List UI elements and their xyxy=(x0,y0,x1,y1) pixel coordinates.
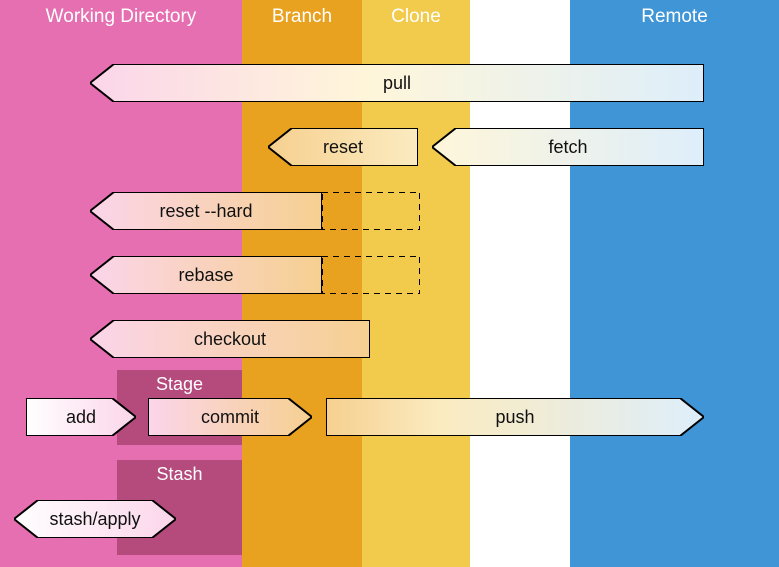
column-label-clone: Clone xyxy=(362,6,470,28)
subcolumn-label-stash: Stash xyxy=(117,464,242,485)
arrow-commit: commit xyxy=(148,398,312,436)
arrow-rebase: rebase xyxy=(90,256,322,294)
arrow-reset-hard-extension xyxy=(322,192,420,230)
column-label-remote: Remote xyxy=(570,6,779,28)
arrow-checkout: checkout xyxy=(90,320,370,358)
arrow-add: add xyxy=(26,398,136,436)
subcolumn-label-stage: Stage xyxy=(117,374,242,395)
column-label-branch: Branch xyxy=(242,6,362,28)
arrow-reset-hard: reset --hard xyxy=(90,192,322,230)
arrow-stash-apply: stash/apply xyxy=(14,500,176,538)
arrow-fetch: fetch xyxy=(432,128,704,166)
arrow-pull: pull xyxy=(90,64,704,102)
arrow-push: push xyxy=(326,398,704,436)
column-label-working-directory: Working Directory xyxy=(0,6,242,28)
git-flow-diagram: Working Directory Branch Clone Remote St… xyxy=(0,0,779,567)
arrow-reset: reset xyxy=(268,128,418,166)
arrow-rebase-extension xyxy=(322,256,420,294)
